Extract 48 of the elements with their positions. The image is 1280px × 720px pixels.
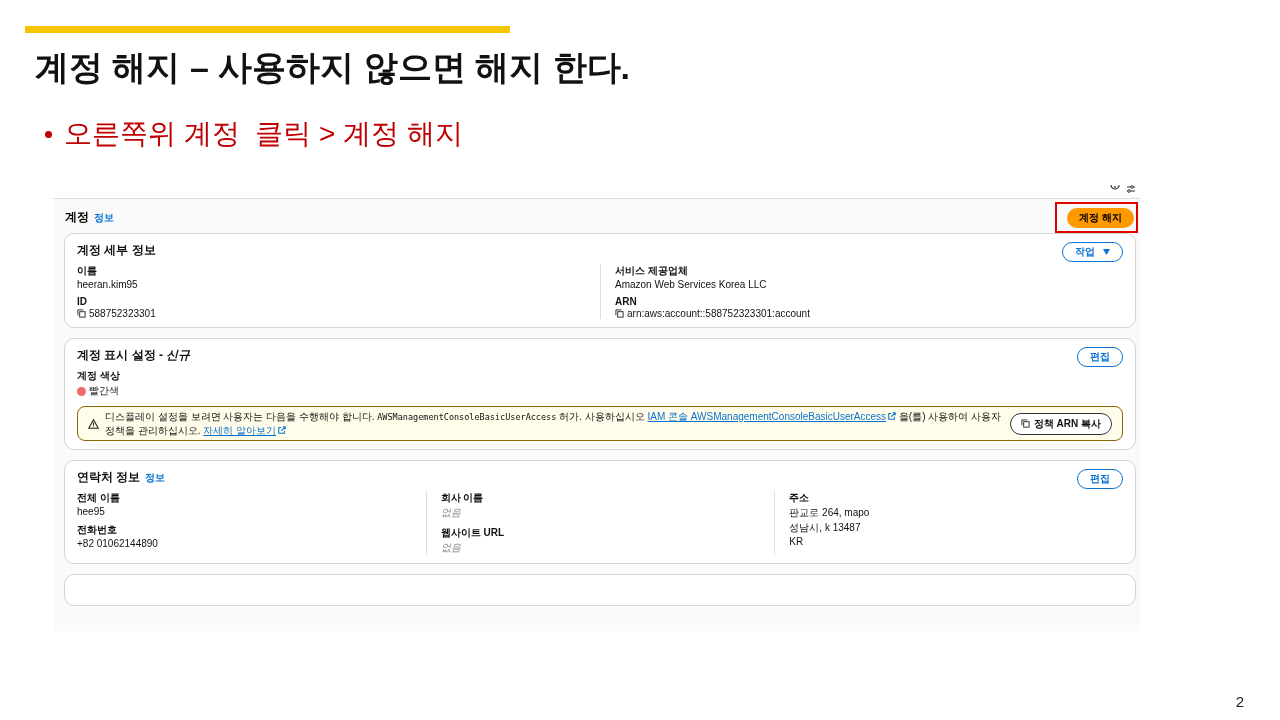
field-value: 없음 xyxy=(440,506,462,520)
field-value: hee95 xyxy=(77,506,106,517)
card-title: 연락처 정보 xyxy=(77,469,141,486)
page-title: 계정 xyxy=(65,208,89,226)
bullet-icon xyxy=(45,130,52,138)
card-title: 계정 표시 설정 - 신규 xyxy=(77,347,191,364)
field-label: 전화번호 xyxy=(77,523,118,537)
field-label: 서비스 제공업체 xyxy=(615,264,689,278)
slide-title: 계정 해지 – 사용하지 않으면 해지 한다. xyxy=(35,47,632,88)
field-value: KR xyxy=(789,536,805,547)
field-label: 계정 색상 xyxy=(77,369,121,383)
info-link[interactable]: 정보 xyxy=(94,210,114,225)
edit-button[interactable]: 편집 xyxy=(1077,469,1123,489)
external-link-icon xyxy=(888,412,897,420)
edit-button[interactable]: 편집 xyxy=(1077,347,1123,367)
field-value: heeran.kim95 xyxy=(77,279,138,290)
field-label: 전체 이름 xyxy=(77,491,121,505)
external-link-icon xyxy=(278,426,287,434)
field-label: 주소 xyxy=(789,491,811,505)
caret-icon xyxy=(1103,249,1110,255)
field-value: 588752323301 xyxy=(89,308,156,319)
field-value: +82 01062144890 xyxy=(77,538,159,549)
field-value: arn:aws:account::588752323301:account xyxy=(627,308,810,319)
copy-icon[interactable] xyxy=(77,309,86,318)
card-title: 계정 세부 정보 xyxy=(77,242,156,259)
field-value: 성남시, k 13487 xyxy=(789,521,862,535)
copy-icon[interactable] xyxy=(615,309,624,318)
copy-policy-arn-button[interactable]: 정책 ARN 복사 xyxy=(1009,412,1112,435)
field-label: 웹사이트 URL xyxy=(440,526,505,540)
close-account-button[interactable]: 계정 해지 xyxy=(1067,207,1134,228)
settings-icon[interactable] xyxy=(1126,184,1136,193)
field-value: 빨간색 xyxy=(89,384,119,398)
warning-icon xyxy=(88,418,99,429)
page-number: 2 xyxy=(1235,693,1244,710)
alert-message: 디스플레이 설정을 보려면 사용자는 다음을 수행해야 합니다. AWSManagementConsoleBasicUserAccess 허가. 사용하십시오 IAM 콘솔 AWSManagementConsoleBasicUserAccess 을(를) 사용하여 사용자 정책을 관리하십시오. 자세히 알아보기 xyxy=(105,410,1003,437)
field-label: 회사 이름 xyxy=(440,491,485,505)
field-value: 판교로 264, mapo xyxy=(789,506,871,520)
field-label: ID xyxy=(77,296,88,307)
field-label: 이름 xyxy=(77,264,98,278)
bullet-text: 오른쪽위 계정 클릭 > 계정 해지 xyxy=(64,117,464,151)
copy-icon[interactable] xyxy=(1020,419,1030,428)
field-label: ARN xyxy=(615,296,638,307)
field-value: 없음 xyxy=(440,541,462,555)
help-link[interactable]: 자세히 알아보기 xyxy=(203,425,287,436)
actions-button[interactable]: 작업 xyxy=(1062,242,1123,262)
info-link[interactable]: 정보 xyxy=(145,471,166,485)
field-value: Amazon Web Services Korea LLC xyxy=(615,279,767,290)
help-link[interactable]: IAM 콘솔 AWSManagementConsoleBasicUserAccess xyxy=(647,411,897,422)
